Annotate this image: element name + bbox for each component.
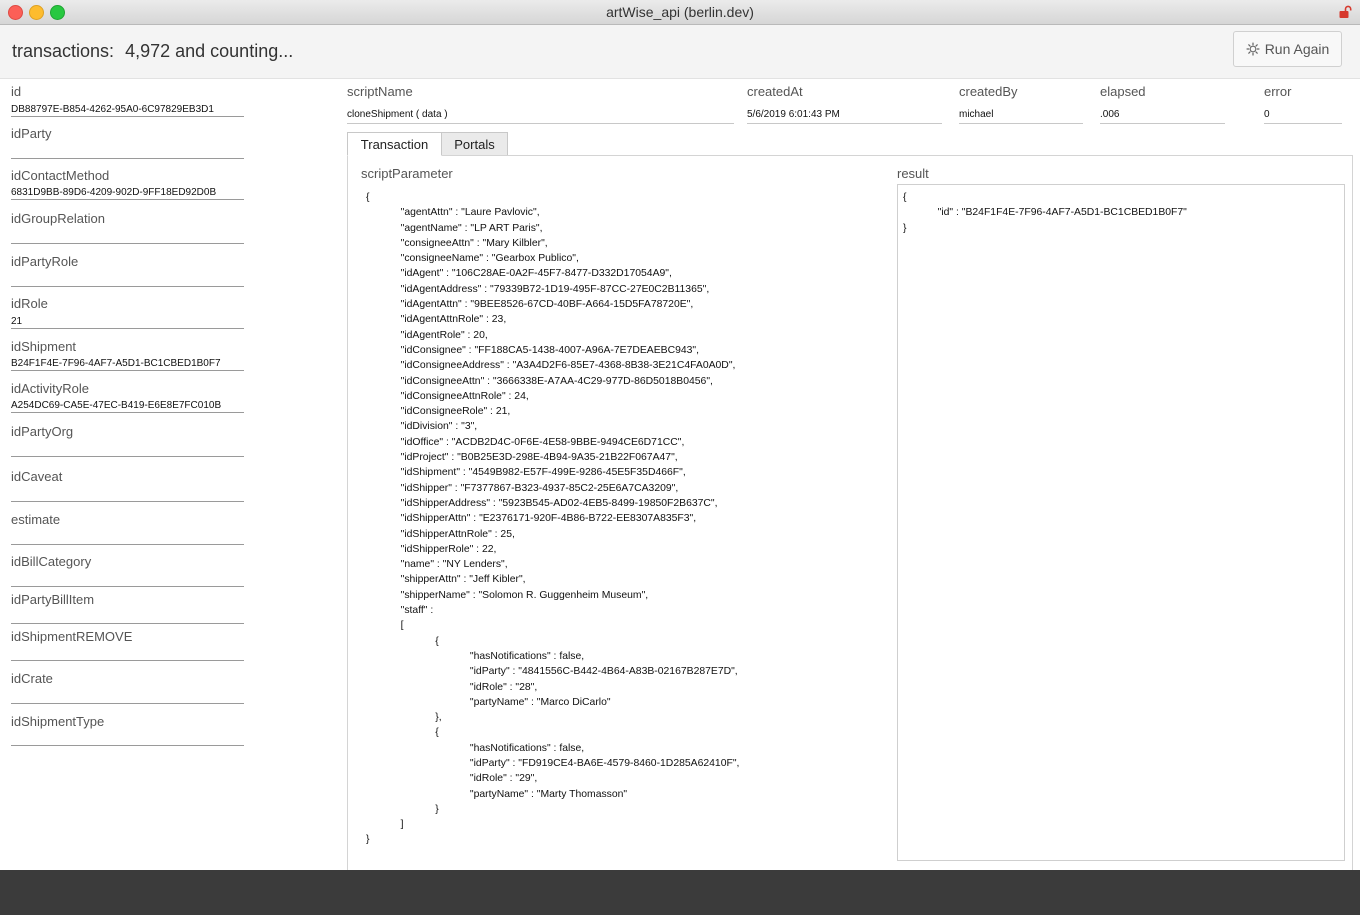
field-value: DB88797E-B854-4262-95A0-6C97829EB3D1: [11, 104, 214, 115]
field-idrole[interactable]: idRole 21: [11, 296, 244, 329]
elapsed-field[interactable]: .006: [1100, 109, 1225, 124]
field-label: idPartyRole: [11, 254, 79, 269]
field-estimate[interactable]: estimate: [11, 512, 244, 545]
field-idcrate[interactable]: idCrate: [11, 671, 244, 704]
field-idbillcategory[interactable]: idBillCategory: [11, 554, 244, 587]
createdby-label: createdBy: [959, 84, 1018, 99]
field-idcontactmethod[interactable]: idContactMethod 6831D9BB-89D6-4209-902D-…: [11, 168, 244, 200]
field-idcaveat[interactable]: idCaveat: [11, 469, 244, 502]
field-label: idShipmentType: [11, 714, 105, 729]
field-id[interactable]: id DB88797E-B854-4262-95A0-6C97829EB3D1: [11, 84, 244, 117]
field-label: idRole: [11, 296, 48, 311]
field-label: id: [11, 84, 22, 99]
field-idgrouprelation[interactable]: idGroupRelation: [11, 211, 244, 244]
field-label: idShipment: [11, 339, 77, 354]
scriptparameter-label: scriptParameter: [361, 166, 453, 181]
tab-transaction[interactable]: Transaction: [347, 132, 442, 156]
transactions-count: 4,972 and counting...: [125, 41, 294, 61]
field-idpartyorg[interactable]: idPartyOrg: [11, 424, 244, 457]
transactions-header: transactions: 4,972 and counting... Run …: [0, 25, 1360, 79]
createdat-label: createdAt: [747, 84, 803, 99]
field-idpartybillitem[interactable]: idPartyBillItem: [11, 592, 244, 624]
transactions-label: transactions:: [12, 41, 115, 61]
field-idactivityrole[interactable]: idActivityRole A254DC69-CA5E-47EC-B419-E…: [11, 381, 244, 413]
createdat-field[interactable]: 5/6/2019 6:01:43 PM: [747, 109, 942, 124]
field-value: 21: [11, 316, 23, 327]
field-label: idContactMethod: [11, 168, 110, 183]
result-text[interactable]: { "id" : "B24F1F4E-7F96-4AF7-A5D1-BC1CBE…: [903, 190, 1187, 236]
scriptname-label: scriptName: [347, 84, 413, 99]
field-label: idActivityRole: [11, 381, 90, 396]
error-field[interactable]: 0: [1264, 109, 1342, 124]
tab-portals[interactable]: Portals: [441, 132, 508, 156]
footer-bar: [0, 870, 1360, 915]
error-label: error: [1264, 84, 1292, 99]
field-label: idPartyBillItem: [11, 592, 95, 607]
field-idshipmentremove[interactable]: idShipmentREMOVE: [11, 629, 244, 661]
field-label: idParty: [11, 126, 52, 141]
window-titlebar: artWise_api (berlin.dev): [0, 0, 1360, 25]
createdby-field[interactable]: michael: [959, 109, 1083, 124]
field-idshipment[interactable]: idShipment B24F1F4E-7F96-4AF7-A5D1-BC1CB…: [11, 339, 244, 371]
scriptname-field[interactable]: cloneShipment ( data ): [347, 109, 734, 124]
transactions-status: transactions: 4,972 and counting...: [12, 41, 293, 62]
field-label: estimate: [11, 512, 61, 527]
field-value: B24F1F4E-7F96-4AF7-A5D1-BC1CBED1B0F7: [11, 358, 221, 369]
field-value: A254DC69-CA5E-47EC-B419-E6E8E7FC010B: [11, 400, 222, 411]
field-label: idGroupRelation: [11, 211, 105, 226]
scriptparameter-text[interactable]: { "agentAttn" : "Laure Pavlovic", "agent…: [366, 190, 739, 848]
result-label: result: [897, 166, 929, 181]
gear-icon: [1246, 42, 1260, 56]
elapsed-label: elapsed: [1100, 84, 1146, 99]
field-idshipmenttype[interactable]: idShipmentType: [11, 714, 244, 746]
field-idparty[interactable]: idParty: [11, 126, 244, 159]
run-again-label: Run Again: [1264, 41, 1330, 57]
field-label: idShipmentREMOVE: [11, 629, 133, 644]
run-again-button[interactable]: Run Again: [1233, 31, 1342, 67]
field-idpartyrole[interactable]: idPartyRole: [11, 254, 244, 287]
lock-icon[interactable]: [1338, 5, 1352, 19]
field-label: idPartyOrg: [11, 424, 74, 439]
result-box[interactable]: [897, 184, 1345, 861]
field-value: 6831D9BB-89D6-4209-902D-9FF18ED92D0B: [11, 187, 217, 198]
field-label: idCrate: [11, 671, 53, 686]
window-title: artWise_api (berlin.dev): [606, 4, 754, 20]
field-label: idCaveat: [11, 469, 63, 484]
field-label: idBillCategory: [11, 554, 92, 569]
